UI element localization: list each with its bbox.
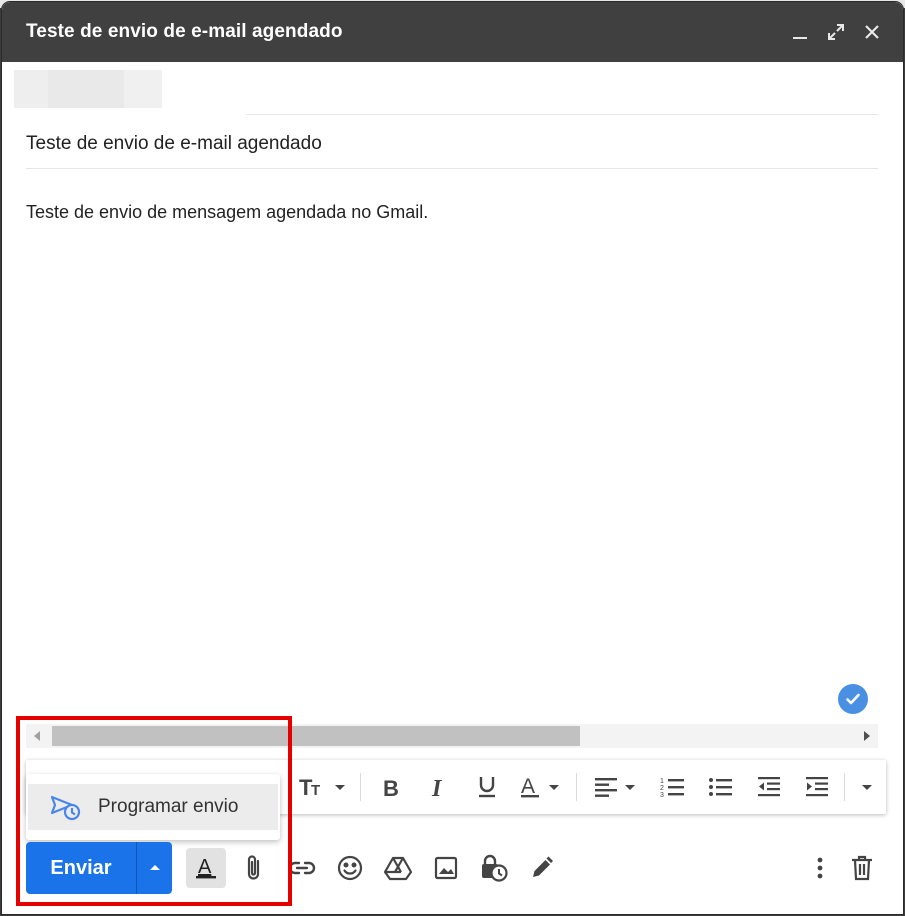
underline-icon[interactable] bbox=[472, 772, 502, 802]
toolbar-separator bbox=[576, 773, 577, 801]
svg-text:3: 3 bbox=[660, 792, 664, 799]
trash-icon[interactable] bbox=[842, 848, 882, 888]
emoji-icon[interactable] bbox=[330, 848, 370, 888]
expand-icon[interactable] bbox=[824, 20, 848, 44]
align-icon[interactable] bbox=[592, 772, 642, 802]
svg-text:A: A bbox=[521, 775, 535, 798]
compose-window: Teste de envio de e-mail agendado Teste … bbox=[2, 2, 903, 914]
text-size-icon[interactable]: TT bbox=[298, 772, 350, 802]
compose-titlebar[interactable]: Teste de envio de e-mail agendado bbox=[2, 2, 903, 62]
toolbar-separator bbox=[844, 773, 845, 801]
recipient-divider bbox=[246, 114, 878, 115]
text-color-icon[interactable]: A bbox=[518, 772, 566, 802]
subject-divider bbox=[26, 168, 878, 169]
numbered-list-icon[interactable]: 123 bbox=[658, 772, 688, 802]
compose-title: Teste de envio de e-mail agendado bbox=[26, 21, 343, 42]
check-circle-icon[interactable] bbox=[838, 684, 868, 714]
bold-icon[interactable]: B bbox=[376, 772, 406, 802]
svg-text:T: T bbox=[311, 782, 320, 799]
message-body[interactable]: Teste de envio de mensagem agendada no G… bbox=[26, 202, 428, 223]
svg-text:1: 1 bbox=[660, 778, 664, 785]
subject-field[interactable]: Teste de envio de e-mail agendado bbox=[26, 133, 322, 155]
minimize-icon[interactable] bbox=[788, 20, 812, 44]
svg-text:I: I bbox=[431, 776, 443, 799]
confidential-icon[interactable] bbox=[474, 848, 514, 888]
svg-text:B: B bbox=[383, 776, 399, 799]
scroll-right-arrow-icon[interactable] bbox=[864, 731, 870, 741]
more-formatting-icon[interactable] bbox=[854, 772, 880, 802]
indent-less-icon[interactable] bbox=[754, 772, 784, 802]
more-options-icon[interactable] bbox=[800, 848, 840, 888]
recipient-chip-blurred-overlay bbox=[48, 70, 162, 108]
highlight-annotation-box bbox=[16, 716, 292, 906]
drive-icon[interactable] bbox=[378, 848, 418, 888]
signature-icon[interactable] bbox=[522, 848, 562, 888]
svg-text:2: 2 bbox=[660, 785, 664, 792]
italic-icon[interactable]: I bbox=[424, 772, 454, 802]
photo-icon[interactable] bbox=[426, 848, 466, 888]
close-icon[interactable] bbox=[860, 20, 884, 44]
bulleted-list-icon[interactable] bbox=[706, 772, 736, 802]
indent-more-icon[interactable] bbox=[802, 772, 832, 802]
toolbar-separator bbox=[360, 773, 361, 801]
